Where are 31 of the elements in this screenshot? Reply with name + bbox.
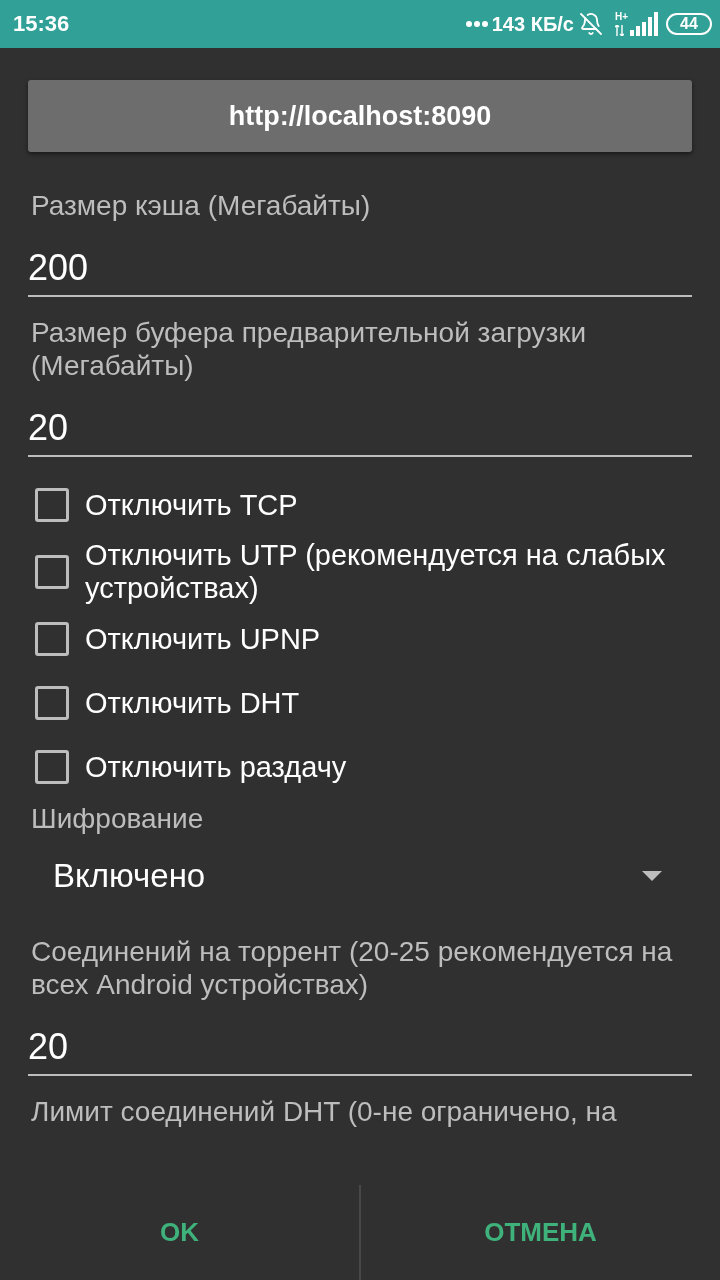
encryption-dropdown[interactable]: Включено xyxy=(28,835,692,916)
checkbox[interactable] xyxy=(35,686,69,720)
dialog-button[interactable]: OK xyxy=(0,1185,359,1280)
field-label: Шифрование xyxy=(30,802,205,835)
input-field[interactable]: 200 xyxy=(28,248,692,297)
dots-icon xyxy=(465,21,488,27)
checkbox-label: Отключить TCP xyxy=(85,488,298,522)
checkbox[interactable] xyxy=(35,622,69,656)
dialog-button[interactable]: ОТМЕНА xyxy=(361,1185,720,1280)
checkbox-label: Отключить UTP (рекомендуется на слабых устройствах) xyxy=(85,539,667,605)
checkbox-label: Отключить DHT xyxy=(85,686,300,720)
network-type-text: H+ xyxy=(614,12,628,22)
data-arrows-icon xyxy=(614,25,624,36)
checkbox-label: Отключить UPNP xyxy=(85,622,321,656)
dropdown-caret-icon xyxy=(642,870,662,881)
field-label: Размер буфера предварительной загрузки (Мегабайты) xyxy=(30,316,588,382)
network-speed-text: 143 КБ/с xyxy=(491,14,574,34)
server-address-button[interactable]: http://localhost:8090 xyxy=(28,80,692,152)
field-label: Соединений на торрент (20-25 рекомендуется на всех Android устройствах) xyxy=(30,935,674,1001)
signal-bars-icon xyxy=(630,12,658,36)
status-time: 15:36 xyxy=(13,13,70,35)
input-field[interactable]: 20 xyxy=(28,1027,692,1076)
input-field[interactable]: 20 xyxy=(28,408,692,457)
field-label: Лимит соединений DHT (0-не ограничено, на xyxy=(30,1095,618,1128)
battery-indicator: 44 xyxy=(666,13,712,35)
checkbox[interactable] xyxy=(35,488,69,522)
checkbox[interactable] xyxy=(35,750,69,784)
field-label: Размер кэша (Мегабайты) xyxy=(30,189,372,222)
checkbox-label: Отключить раздачу xyxy=(85,750,347,784)
bell-off-icon xyxy=(578,12,603,36)
checkbox[interactable] xyxy=(35,555,69,589)
